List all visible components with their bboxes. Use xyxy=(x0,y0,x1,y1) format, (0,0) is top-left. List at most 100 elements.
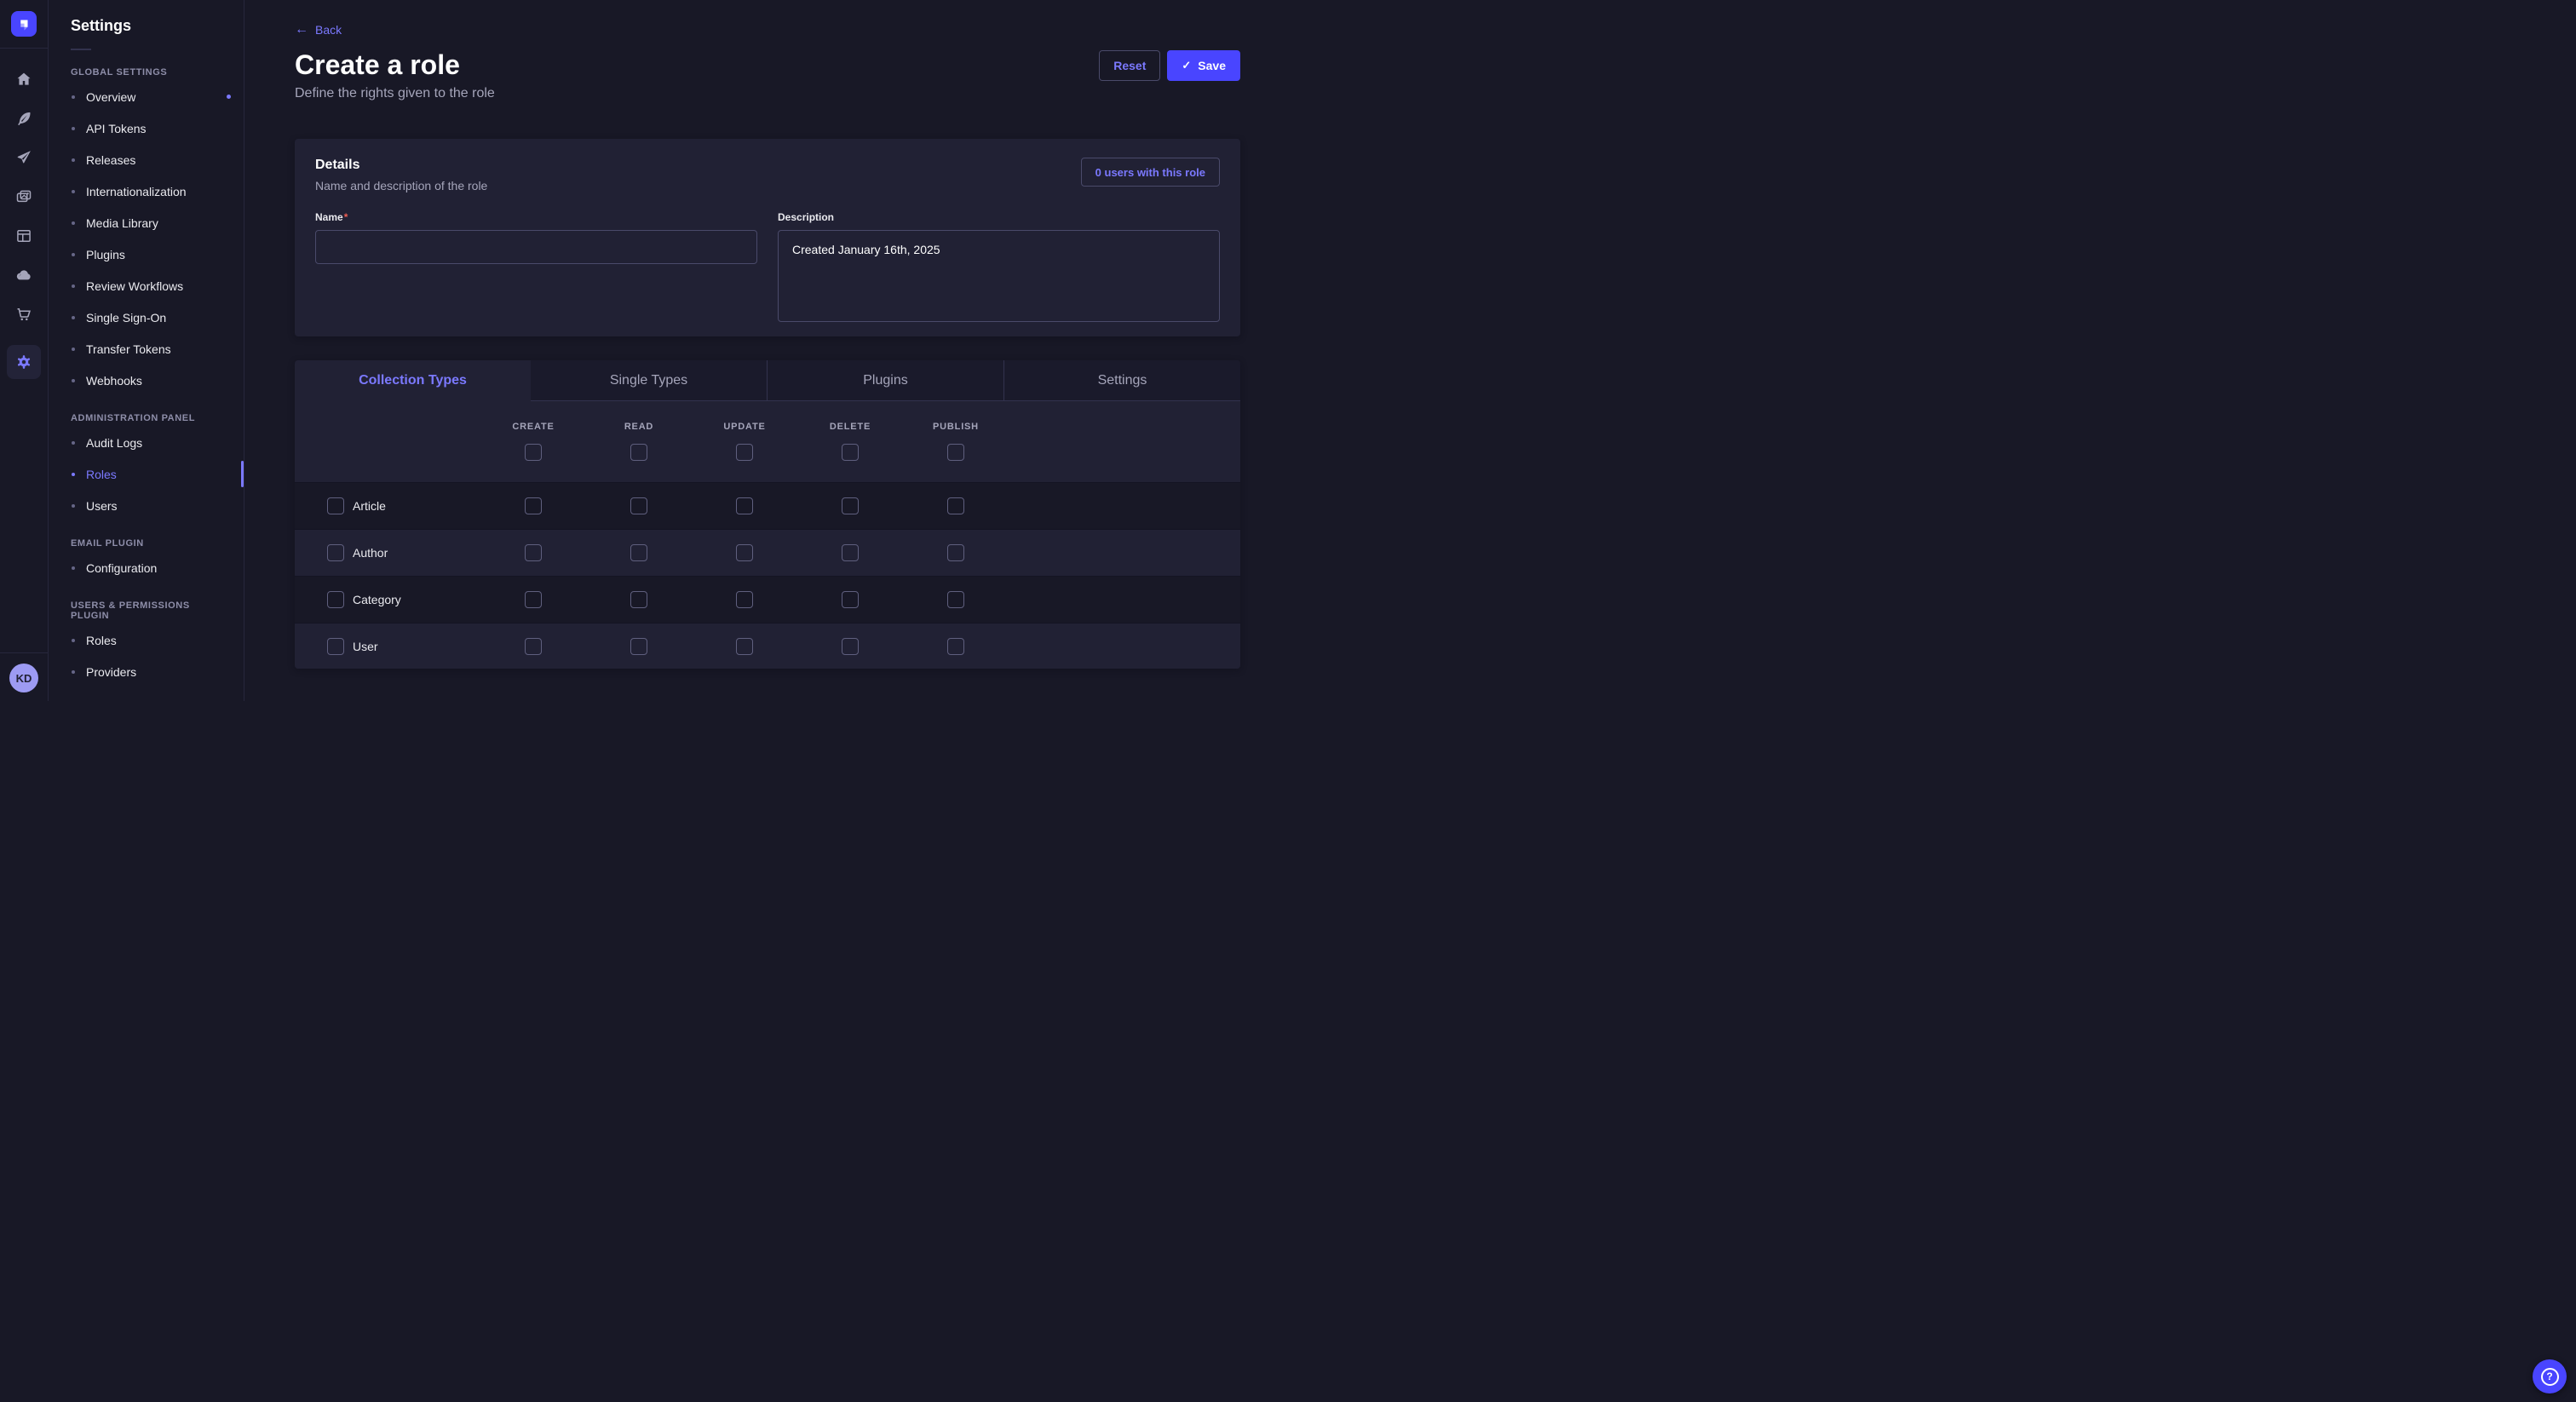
row-label: Author xyxy=(353,546,388,560)
sidebar-item-plugins[interactable]: Plugins xyxy=(49,238,244,270)
tab-plugins[interactable]: Plugins xyxy=(767,360,1003,401)
sidebar-item-transfer-tokens[interactable]: Transfer Tokens xyxy=(49,333,244,365)
content-type-builder-layout-icon[interactable] xyxy=(15,227,32,244)
home-icon[interactable] xyxy=(15,71,32,88)
sidebar-item-roles-up[interactable]: Roles xyxy=(49,624,244,656)
sidebar-item-providers[interactable]: Providers xyxy=(49,656,244,687)
deploy-cloud-icon[interactable] xyxy=(15,267,32,284)
settings-sidebar: Settings GLOBAL SETTINGS Overview API To… xyxy=(49,0,244,701)
users-with-role-button[interactable]: 0 users with this role xyxy=(1081,158,1220,187)
sidebar-item-internationalization[interactable]: Internationalization xyxy=(49,175,244,207)
tab-single-types[interactable]: Single Types xyxy=(531,360,767,401)
sidebar-item-label: API Tokens xyxy=(86,122,147,135)
permission-row-user: User xyxy=(295,623,1240,669)
marketplace-cart-icon[interactable] xyxy=(15,306,32,323)
sidebar-item-releases[interactable]: Releases xyxy=(49,144,244,175)
reset-button[interactable]: Reset xyxy=(1099,50,1160,81)
publish-checkbox[interactable] xyxy=(947,591,964,608)
update-checkbox[interactable] xyxy=(736,497,753,514)
sidebar-item-configuration[interactable]: Configuration xyxy=(49,552,244,583)
sidebar-item-label: Plugins xyxy=(86,248,125,261)
create-checkbox[interactable] xyxy=(525,497,542,514)
strapi-logo[interactable] xyxy=(11,11,37,37)
delete-checkbox[interactable] xyxy=(842,591,859,608)
tab-collection-types[interactable]: Collection Types xyxy=(295,360,531,401)
back-arrow-icon: ← xyxy=(295,23,308,37)
sidebar-item-label: Audit Logs xyxy=(86,436,142,450)
update-checkbox[interactable] xyxy=(736,638,753,655)
bullet-icon xyxy=(72,221,75,225)
media-library-images-icon[interactable] xyxy=(15,188,32,205)
read-checkbox[interactable] xyxy=(630,497,647,514)
column-header-read: READ xyxy=(586,413,692,432)
sidebar-item-roles-admin[interactable]: Roles xyxy=(49,458,244,490)
main-nav-rail: KD xyxy=(0,0,49,701)
sidebar-item-users[interactable]: Users xyxy=(49,490,244,521)
read-checkbox[interactable] xyxy=(630,544,647,561)
sidebar-item-label: Review Workflows xyxy=(86,279,183,293)
bullet-icon xyxy=(72,504,75,508)
publish-checkbox[interactable] xyxy=(947,638,964,655)
row-label: Article xyxy=(353,499,386,513)
sidebar-title: Settings xyxy=(71,17,244,35)
select-all-read-checkbox[interactable] xyxy=(630,444,647,461)
sidebar-item-label: Webhooks xyxy=(86,374,142,388)
sidebar-item-audit-logs[interactable]: Audit Logs xyxy=(49,427,244,458)
sidebar-item-label: Providers xyxy=(86,665,136,679)
delete-checkbox[interactable] xyxy=(842,544,859,561)
page-subtitle: Define the rights given to the role xyxy=(295,86,1240,101)
delete-checkbox[interactable] xyxy=(842,497,859,514)
select-all-publish-checkbox[interactable] xyxy=(947,444,964,461)
delete-checkbox[interactable] xyxy=(842,638,859,655)
save-button[interactable]: Save xyxy=(1167,50,1240,81)
bullet-icon xyxy=(72,566,75,570)
user-avatar[interactable]: KD xyxy=(9,664,38,692)
content-manager-feather-icon[interactable] xyxy=(15,110,32,127)
bullet-icon xyxy=(72,441,75,445)
select-all-update-checkbox[interactable] xyxy=(736,444,753,461)
publish-checkbox[interactable] xyxy=(947,497,964,514)
section-administration-panel: ADMINISTRATION PANEL xyxy=(71,413,221,423)
settings-gear-icon[interactable] xyxy=(7,345,41,379)
update-checkbox[interactable] xyxy=(736,544,753,561)
bullet-icon xyxy=(72,670,75,674)
role-name-input[interactable] xyxy=(315,230,757,264)
create-checkbox[interactable] xyxy=(525,638,542,655)
role-description-textarea[interactable]: Created January 16th, 2025 xyxy=(778,230,1220,322)
sidebar-item-single-sign-on[interactable]: Single Sign-On xyxy=(49,302,244,333)
section-email-plugin: EMAIL PLUGIN xyxy=(71,538,221,549)
strapi-logo-icon xyxy=(16,16,32,32)
sidebar-item-api-tokens[interactable]: API Tokens xyxy=(49,112,244,144)
select-all-delete-checkbox[interactable] xyxy=(842,444,859,461)
sidebar-item-review-workflows[interactable]: Review Workflows xyxy=(49,270,244,302)
permission-row-category: Category xyxy=(295,576,1240,623)
column-header-delete: DELETE xyxy=(797,413,903,432)
row-select-checkbox[interactable] xyxy=(327,544,344,561)
save-label: Save xyxy=(1198,59,1226,72)
create-checkbox[interactable] xyxy=(525,544,542,561)
sidebar-item-overview[interactable]: Overview xyxy=(49,81,244,112)
bullet-icon xyxy=(72,473,75,476)
create-checkbox[interactable] xyxy=(525,591,542,608)
releases-paper-plane-icon[interactable] xyxy=(15,149,32,166)
update-checkbox[interactable] xyxy=(736,591,753,608)
select-all-create-checkbox[interactable] xyxy=(525,444,542,461)
publish-checkbox[interactable] xyxy=(947,544,964,561)
sidebar-item-label: Media Library xyxy=(86,216,158,230)
required-asterisk: * xyxy=(344,211,348,223)
row-select-checkbox[interactable] xyxy=(327,497,344,514)
row-select-checkbox[interactable] xyxy=(327,591,344,608)
row-select-checkbox[interactable] xyxy=(327,638,344,655)
section-global-settings: GLOBAL SETTINGS xyxy=(71,67,221,78)
back-link[interactable]: ← Back xyxy=(295,23,342,37)
page-title: Create a role xyxy=(295,49,460,81)
sidebar-item-media-library[interactable]: Media Library xyxy=(49,207,244,238)
details-subtitle: Name and description of the role xyxy=(315,179,487,192)
read-checkbox[interactable] xyxy=(630,638,647,655)
tab-settings[interactable]: Settings xyxy=(1003,360,1240,401)
read-checkbox[interactable] xyxy=(630,591,647,608)
sidebar-item-webhooks[interactable]: Webhooks xyxy=(49,365,244,396)
sidebar-item-label: Configuration xyxy=(86,561,157,575)
permission-row-author: Author xyxy=(295,529,1240,576)
sidebar-item-label: Overview xyxy=(86,90,135,104)
